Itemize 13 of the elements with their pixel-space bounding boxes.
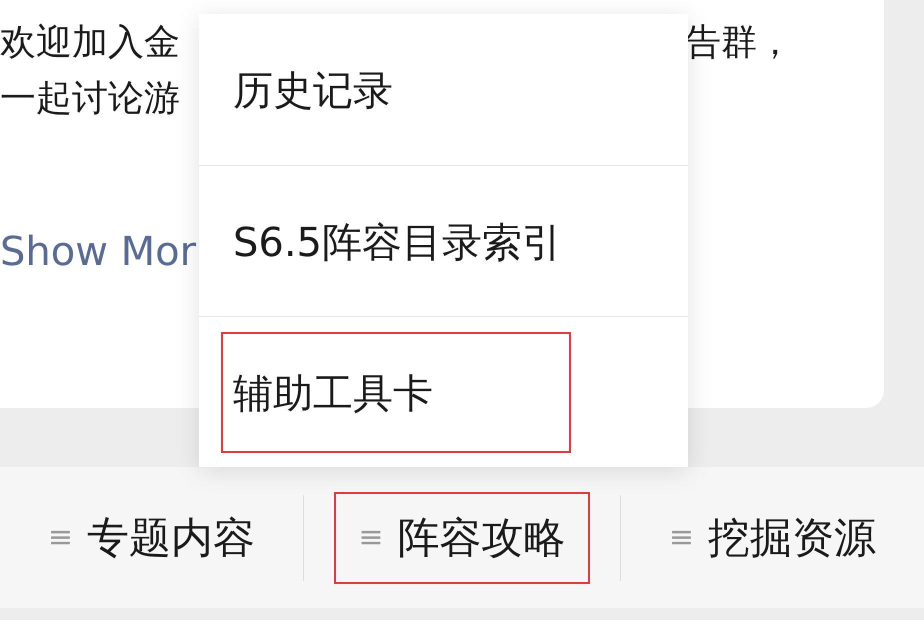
menu-icon: ≡: [358, 520, 384, 555]
intro-text: 欢迎加入金: [0, 20, 180, 64]
menu-item[interactable]: 历史记录: [221, 29, 435, 150]
intro-text: 一起讨论游: [0, 76, 180, 120]
intro-text: 告群，: [685, 20, 793, 64]
show-more-link[interactable]: Show Mor: [0, 229, 196, 275]
menu-tab[interactable]: ≡ 挖掘资源: [644, 492, 900, 584]
menu-tab[interactable]: ≡ 阵容攻略: [334, 492, 590, 584]
menu-item[interactable]: S6.5阵容目录索引: [221, 180, 604, 302]
menu-item[interactable]: 辅助工具卡: [221, 332, 571, 452]
menu-icon: ≡: [48, 520, 74, 555]
menu-icon: ≡: [668, 520, 694, 555]
menu-tab[interactable]: ≡ 专题内容: [24, 492, 280, 584]
